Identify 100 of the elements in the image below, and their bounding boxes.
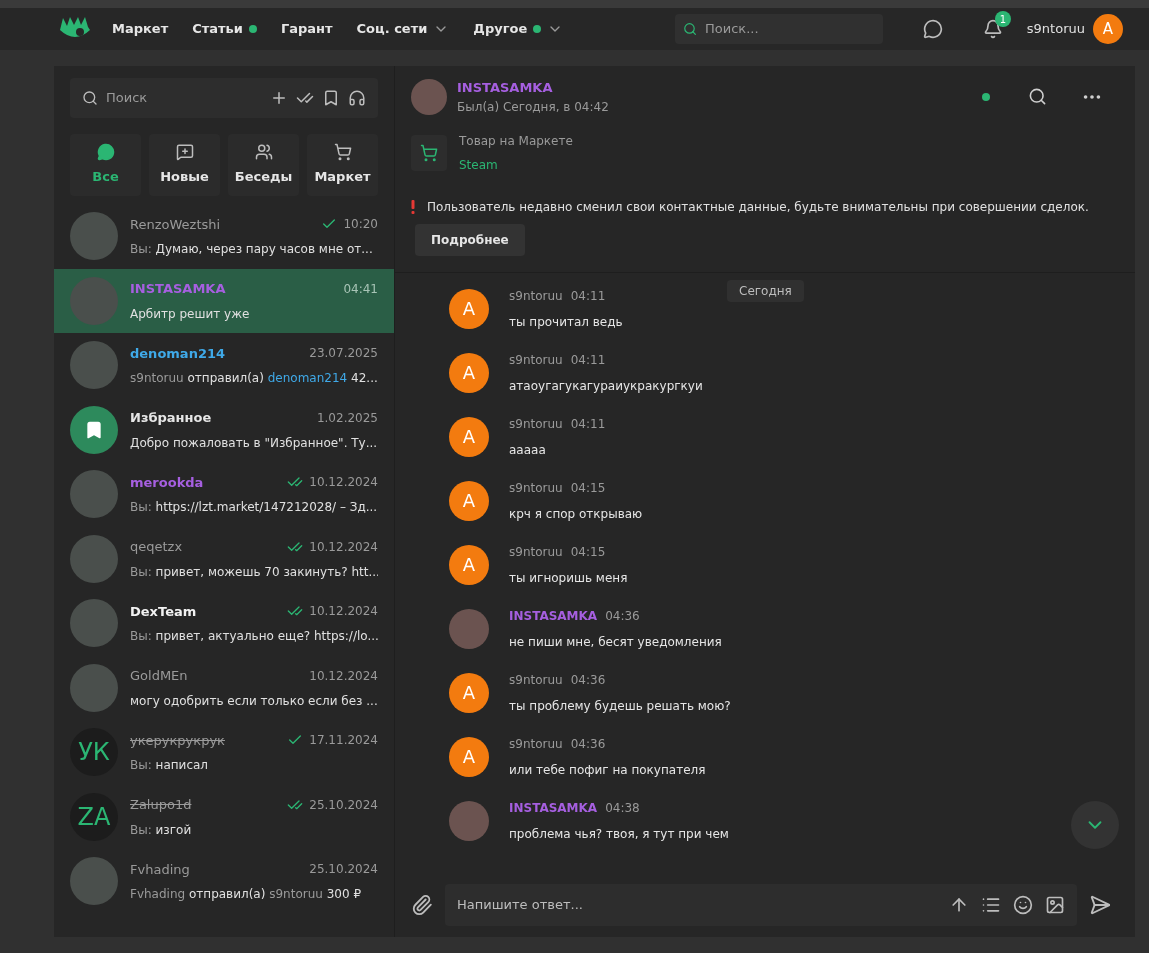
message-author[interactable]: s9ntoruu bbox=[509, 478, 563, 497]
search-icon[interactable] bbox=[1028, 87, 1047, 107]
cart-icon bbox=[420, 143, 438, 162]
contact-name[interactable]: INSTASAMKA bbox=[457, 78, 609, 98]
nav-link[interactable]: Гарант bbox=[280, 19, 333, 39]
message-text: ты проблему будешь решать мою? bbox=[509, 697, 731, 715]
paperclip-icon[interactable] bbox=[411, 894, 433, 916]
nav-link[interactable]: Соц. сети bbox=[356, 19, 450, 39]
chat-time: 10.12.2024 bbox=[309, 474, 378, 492]
message-text: атаоугагукагураиукракургкуи bbox=[509, 377, 703, 395]
message-plus-icon bbox=[175, 143, 194, 162]
chat-name: Zalupo1d bbox=[130, 796, 192, 814]
message-composer[interactable]: Напишите ответ... bbox=[445, 884, 1077, 926]
filter-tab[interactable]: Беседы bbox=[228, 134, 299, 196]
filter-tab[interactable]: Все bbox=[70, 134, 141, 196]
letter-avatar: A bbox=[449, 352, 489, 393]
chat-list-item[interactable]: denoman214 23.07.2025 s9ntoruu отправил(а) denoman214 42... bbox=[54, 333, 394, 398]
username[interactable]: s9ntoruu bbox=[1026, 19, 1085, 39]
plus-icon[interactable] bbox=[270, 89, 288, 107]
search-bar[interactable]: Поиск... bbox=[674, 14, 883, 44]
message-text: не пиши мне, бесят уведомления bbox=[509, 633, 722, 651]
message-text: ааааа bbox=[509, 441, 547, 459]
chat-preview: Вы: Думаю, через пару часов мне от... bbox=[130, 241, 374, 258]
message-text: ты прочитал ведь bbox=[509, 313, 623, 331]
search-input[interactable]: Поиск... bbox=[705, 19, 875, 39]
message-time: 04:15 bbox=[570, 543, 606, 561]
chat-search-input[interactable]: Поиск bbox=[106, 88, 262, 108]
message-time: 04:36 bbox=[570, 671, 606, 689]
search-icon bbox=[682, 21, 697, 37]
message-author[interactable]: s9ntoruu bbox=[509, 286, 563, 305]
chat-list-item[interactable]: Fvhading 25.10.2024 Fvhading отправил(а) s9ntoruu 300 ₽ bbox=[54, 849, 394, 914]
chat-preview: Вы: привет, можешь 70 закинуть? htt... bbox=[130, 563, 378, 581]
chat-name: DexTeam bbox=[130, 602, 197, 621]
message-text: проблема чья? твоя, я тут при чем bbox=[509, 825, 729, 843]
message-text: или тебе пофиг на покупателя bbox=[509, 761, 706, 779]
chat-name: GoldMEn bbox=[130, 667, 188, 685]
chat-name: Избранное bbox=[130, 409, 212, 427]
letter-avatar: A bbox=[449, 288, 489, 329]
message-author[interactable]: s9ntoruu bbox=[509, 670, 563, 689]
chat-time: 25.10.2024 bbox=[309, 861, 378, 879]
bell-icon[interactable] bbox=[982, 19, 1003, 39]
chat-list-item[interactable]: RenzoWeztshi 10:20 Вы: Думаю, через пару часов мне от... bbox=[54, 204, 394, 269]
chat-time: 10.12.2024 bbox=[309, 603, 378, 621]
chat-preview: Вы: привет, актуально еще? https://lo... bbox=[130, 628, 378, 645]
chat-time: 17.11.2024 bbox=[309, 732, 378, 750]
letter-avatar: A bbox=[449, 544, 489, 585]
message-author[interactable]: s9ntoruu bbox=[509, 542, 563, 561]
chat-list-item[interactable]: qeqetzx 10.12.2024 Вы: привет, можешь 70 закинуть? htt... bbox=[54, 526, 394, 591]
last-seen-status: Был(а) Сегодня, в 04:42 bbox=[457, 98, 609, 116]
chat-bubbles-icon bbox=[96, 143, 115, 162]
chat-list-item[interactable]: merookda 10.12.2024 Вы: https://lzt.market/147212028/ – Зд... bbox=[54, 462, 394, 527]
product-link[interactable]: Steam bbox=[459, 155, 573, 174]
message-author[interactable]: INSTASAMKA bbox=[509, 606, 598, 625]
chat-list-item[interactable]: УК укерукрукрук 17.11.2024 Вы: написал bbox=[54, 720, 394, 785]
chat-list-item[interactable]: DexTeam 10.12.2024 Вы: привет, актуально еще? https://lo... bbox=[54, 591, 394, 656]
chat-list-item[interactable]: INSTASAMKA 04:41 Арбитр решит уже bbox=[54, 268, 394, 333]
message-time: 04:36 bbox=[570, 735, 606, 753]
avatar-photo bbox=[411, 78, 447, 115]
nav-link[interactable]: Маркет bbox=[112, 19, 169, 39]
avatar-photo bbox=[70, 212, 118, 261]
message-author[interactable]: s9ntoruu bbox=[509, 414, 563, 433]
letter-avatar: A bbox=[449, 736, 489, 777]
chat-bubble-icon[interactable] bbox=[922, 19, 943, 39]
headphones-icon[interactable] bbox=[348, 89, 366, 107]
letter-avatar: A bbox=[449, 480, 489, 521]
send-icon[interactable] bbox=[1089, 894, 1111, 916]
chat-list-item[interactable]: GoldMEn 10.12.2024 могу одобрить если только если без ... bbox=[54, 655, 394, 720]
avatar-photo bbox=[70, 663, 118, 712]
chat-name: Fvhading bbox=[130, 860, 190, 879]
chat-search-bar[interactable]: Поиск bbox=[70, 78, 378, 118]
search-icon bbox=[82, 90, 98, 106]
nav-link[interactable]: Статьи bbox=[192, 19, 257, 39]
details-button[interactable]: Подробнее bbox=[415, 223, 525, 256]
message-time: 04:11 bbox=[570, 351, 606, 369]
filter-tab[interactable]: Новые bbox=[149, 134, 220, 196]
avatar-photo bbox=[70, 341, 118, 390]
chat-list-item[interactable]: Избранное 1.02.2025 Добро пожаловать в "Избранное". Ту... bbox=[54, 397, 394, 462]
product-label: Товар на Маркете bbox=[459, 132, 573, 150]
chat-preview: Fvhading отправил(а) s9ntoruu 300 ₽ bbox=[130, 886, 363, 903]
notification-badge: 1 bbox=[994, 11, 1011, 27]
chat-name: merookda bbox=[130, 473, 204, 492]
message-time: 04:11 bbox=[570, 415, 606, 433]
chat-preview: Добро пожаловать в "Избранное". Ту... bbox=[130, 434, 378, 452]
chat-preview: Вы: https://lzt.market/147212028/ – Зд... bbox=[130, 499, 378, 516]
bookmark-icon[interactable] bbox=[322, 89, 340, 107]
message-input-field[interactable]: Напишите ответ... bbox=[457, 895, 937, 915]
chat-time: 25.10.2024 bbox=[309, 796, 378, 814]
list-icon[interactable] bbox=[981, 895, 1001, 915]
smile-icon[interactable] bbox=[1013, 895, 1033, 915]
nav-link[interactable]: Другое bbox=[473, 19, 564, 39]
message-author[interactable]: s9ntoruu bbox=[509, 734, 563, 753]
image-icon[interactable] bbox=[1045, 895, 1065, 915]
filter-tab[interactable]: Маркет bbox=[307, 134, 378, 196]
chat-list-item[interactable]: ZA Zalupo1d 25.10.2024 Вы: изгой bbox=[54, 784, 394, 849]
exclamation-icon bbox=[411, 199, 415, 214]
avatar-photo bbox=[70, 534, 118, 583]
message-author[interactable]: INSTASAMKA bbox=[509, 798, 598, 817]
message-author[interactable]: s9ntoruu bbox=[509, 350, 563, 369]
users-icon bbox=[254, 143, 273, 162]
chat-name: укерукрукрук bbox=[130, 731, 225, 750]
